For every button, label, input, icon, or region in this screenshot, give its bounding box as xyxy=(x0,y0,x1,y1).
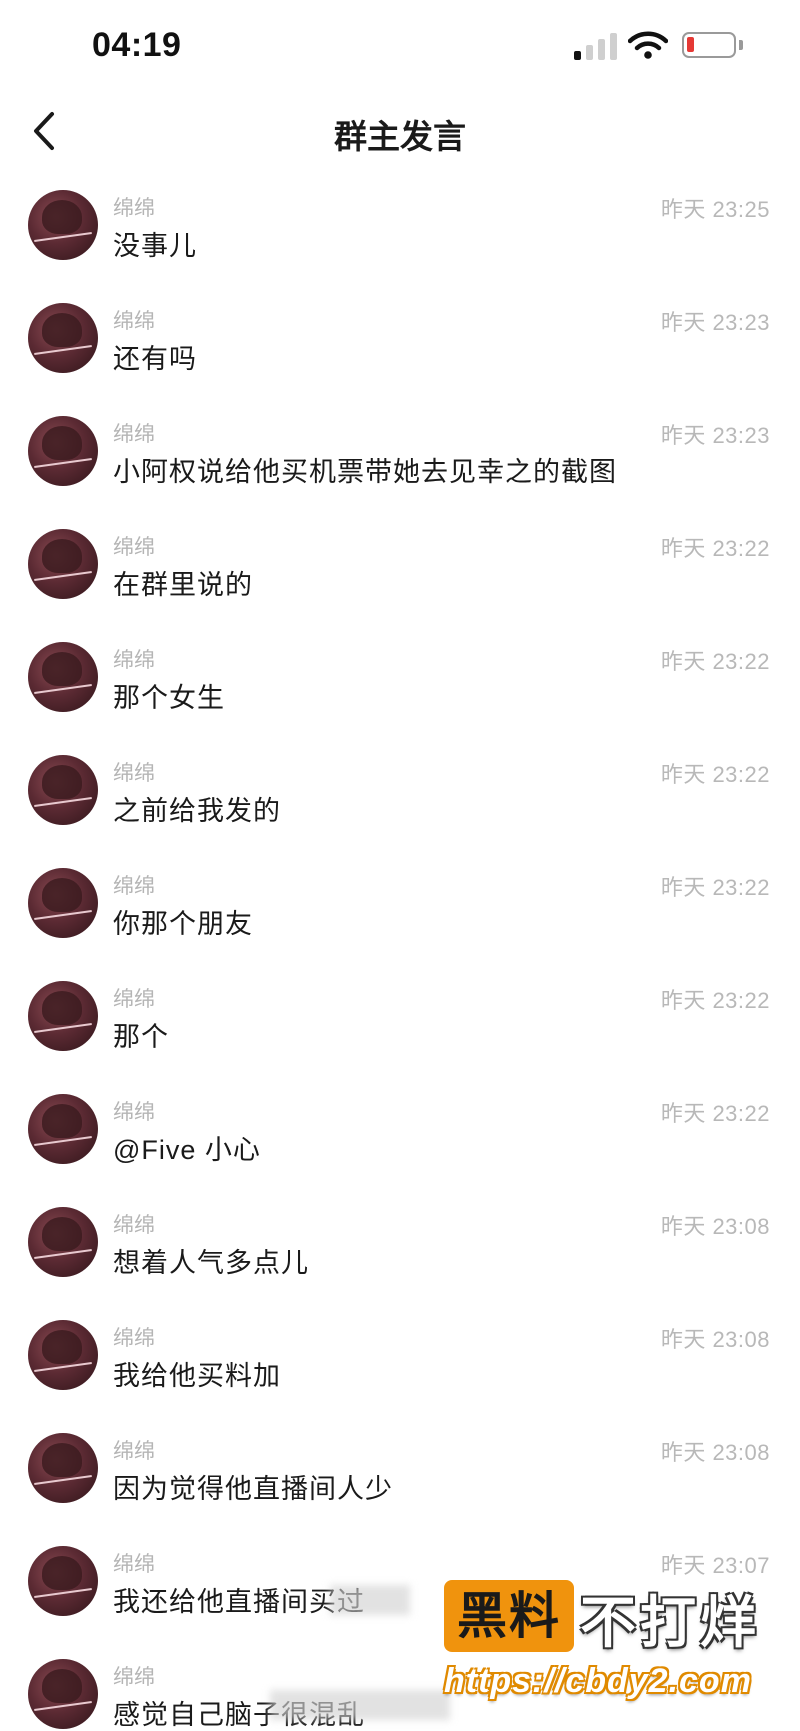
message-item[interactable]: 绵绵 昨天 23:08 因为觉得他直播间人少 xyxy=(0,1413,800,1526)
nav-bar: 群主发言 xyxy=(0,96,800,166)
message-item[interactable]: 绵绵 昨天 23:25 没事儿 xyxy=(0,170,800,283)
avatar[interactable] xyxy=(28,1320,98,1390)
message-time: 昨天 23:22 xyxy=(660,762,770,787)
message-text: 之前给我发的 xyxy=(113,796,281,826)
sender-name: 绵绵 xyxy=(113,649,155,672)
cellular-signal-icon xyxy=(574,32,620,60)
sender-name: 绵绵 xyxy=(113,988,155,1011)
avatar[interactable] xyxy=(28,1546,98,1616)
wifi-icon xyxy=(628,31,668,59)
sender-name: 绵绵 xyxy=(113,1214,155,1237)
battery-cap xyxy=(739,40,743,50)
avatar[interactable] xyxy=(28,1207,98,1277)
sender-name: 绵绵 xyxy=(113,875,155,898)
message-item[interactable]: 绵绵 昨天 23:08 想着人气多点儿 xyxy=(0,1187,800,1300)
message-text: 没事儿 xyxy=(113,231,197,261)
sender-name: 绵绵 xyxy=(113,1101,155,1124)
message-text: 在群里说的 xyxy=(113,570,253,600)
message-text: 小阿权说给他买机票带她去见幸之的截图 xyxy=(113,457,617,487)
blur-overlay xyxy=(330,1585,410,1615)
sender-name: 绵绵 xyxy=(113,1666,155,1689)
blur-overlay xyxy=(270,1690,450,1720)
avatar[interactable] xyxy=(28,303,98,373)
page-title: 群主发言 xyxy=(334,118,466,155)
message-item[interactable]: 绵绵 昨天 23:08 我给他买料加 xyxy=(0,1300,800,1413)
message-time: 昨天 23:08 xyxy=(660,1214,770,1239)
sender-name: 绵绵 xyxy=(113,197,155,220)
watermark-url: https://cbdy2.com xyxy=(444,1662,752,1700)
sender-name: 绵绵 xyxy=(113,1327,155,1350)
avatar[interactable] xyxy=(28,1094,98,1164)
message-time: 昨天 23:23 xyxy=(660,310,770,335)
status-bar: 04:19 xyxy=(0,0,800,96)
avatar[interactable] xyxy=(28,190,98,260)
message-time: 昨天 23:08 xyxy=(660,1440,770,1465)
status-time: 04:19 xyxy=(92,26,182,64)
battery-level xyxy=(687,37,694,52)
avatar[interactable] xyxy=(28,755,98,825)
message-item[interactable]: 绵绵 昨天 23:22 那个女生 xyxy=(0,622,800,735)
avatar[interactable] xyxy=(28,416,98,486)
message-time: 昨天 23:22 xyxy=(660,1101,770,1126)
message-item[interactable]: 绵绵 昨天 23:22 在群里说的 xyxy=(0,509,800,622)
message-text: 那个女生 xyxy=(113,683,225,713)
message-text: 想着人气多点儿 xyxy=(113,1248,309,1278)
battery-icon xyxy=(682,32,736,58)
sender-name: 绵绵 xyxy=(113,423,155,446)
message-item[interactable]: 绵绵 昨天 23:22 那个 xyxy=(0,961,800,1074)
sender-name: 绵绵 xyxy=(113,1440,155,1463)
message-item[interactable]: 绵绵 昨天 23:22 你那个朋友 xyxy=(0,848,800,961)
message-item[interactable]: 绵绵 昨天 23:22 之前给我发的 xyxy=(0,735,800,848)
message-item[interactable]: 绵绵 昨天 23:23 还有吗 xyxy=(0,283,800,396)
message-text: 那个 xyxy=(113,1022,169,1052)
message-time: 昨天 23:22 xyxy=(660,649,770,674)
message-list[interactable]: 绵绵 昨天 23:25 没事儿 绵绵 昨天 23:23 还有吗 绵绵 昨天 23… xyxy=(0,170,800,1731)
avatar[interactable] xyxy=(28,981,98,1051)
message-item[interactable]: 绵绵 昨天 23:22 @Five 小心 xyxy=(0,1074,800,1187)
watermark-badge: 黑料 xyxy=(444,1580,574,1652)
message-time: 昨天 23:22 xyxy=(660,536,770,561)
message-time: 昨天 23:08 xyxy=(660,1327,770,1352)
message-text: @Five 小心 xyxy=(113,1135,261,1165)
watermark: 黑料 不打烊 https://cbdy2.com xyxy=(440,1578,790,1718)
message-text: 我还给他直播间买过 xyxy=(113,1587,365,1617)
message-time: 昨天 23:25 xyxy=(660,197,770,222)
message-text: 因为觉得他直播间人少 xyxy=(113,1474,393,1504)
message-item[interactable]: 绵绵 昨天 23:23 小阿权说给他买机票带她去见幸之的截图 xyxy=(0,396,800,509)
avatar[interactable] xyxy=(28,642,98,712)
sender-name: 绵绵 xyxy=(113,536,155,559)
message-time: 昨天 23:22 xyxy=(660,988,770,1013)
avatar[interactable] xyxy=(28,1433,98,1503)
message-time: 昨天 23:07 xyxy=(660,1553,770,1578)
sender-name: 绵绵 xyxy=(113,1553,155,1576)
watermark-title: 不打烊 xyxy=(580,1591,760,1654)
message-text: 我给他买料加 xyxy=(113,1361,281,1391)
message-time: 昨天 23:22 xyxy=(660,875,770,900)
sender-name: 绵绵 xyxy=(113,310,155,333)
message-text: 你那个朋友 xyxy=(113,909,253,939)
avatar[interactable] xyxy=(28,529,98,599)
avatar[interactable] xyxy=(28,1659,98,1729)
avatar[interactable] xyxy=(28,868,98,938)
sender-name: 绵绵 xyxy=(113,762,155,785)
message-text: 还有吗 xyxy=(113,344,197,374)
message-time: 昨天 23:23 xyxy=(660,423,770,448)
